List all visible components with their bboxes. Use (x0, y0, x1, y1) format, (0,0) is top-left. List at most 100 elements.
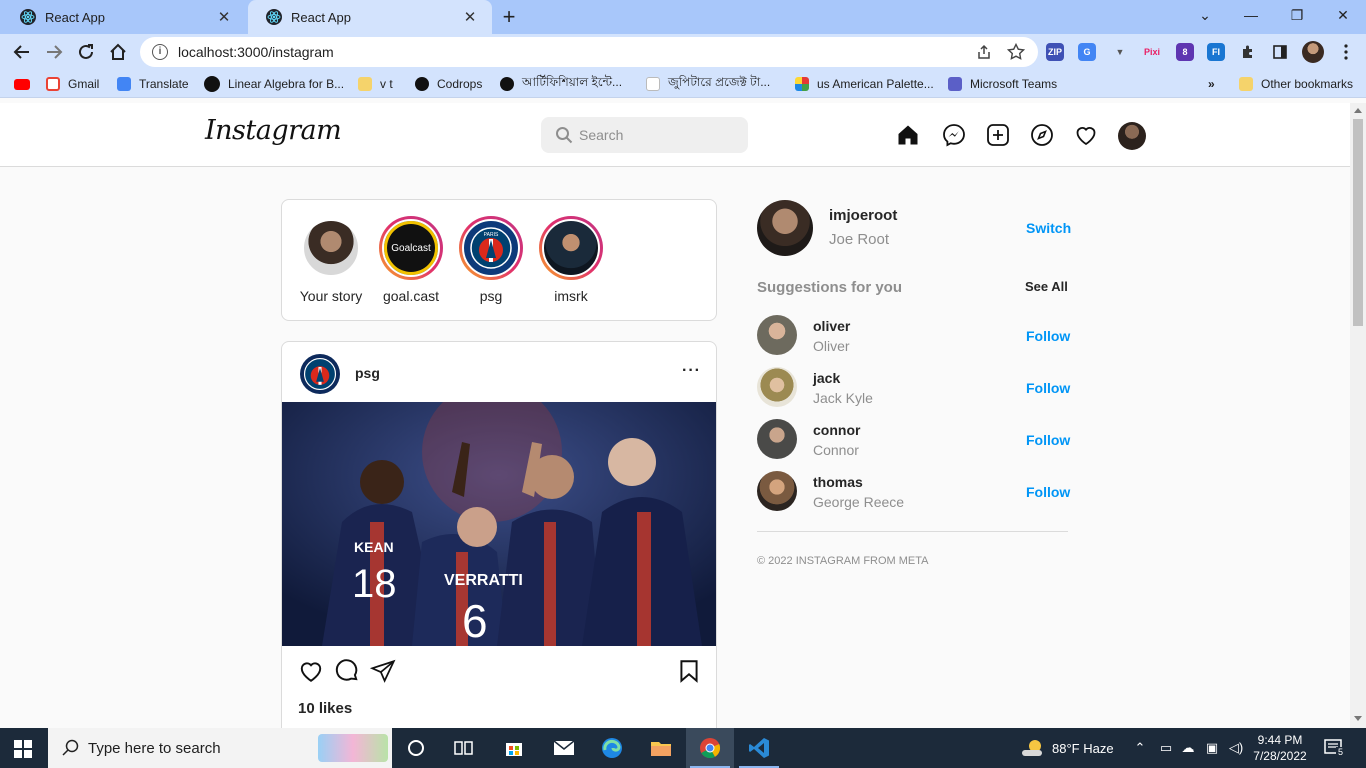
save-bookmark-icon[interactable] (676, 658, 702, 684)
bookmark-bangla-ai[interactable]: আর্টিফিশিয়াল ইন্টে... (500, 75, 622, 92)
scroll-thumb[interactable] (1353, 119, 1363, 326)
gmail-icon (46, 77, 60, 91)
vscode-icon[interactable] (735, 728, 783, 768)
back-button[interactable] (10, 40, 34, 64)
story-goalcast[interactable]: Goalcast goal.cast (376, 216, 446, 304)
bookmark-translate[interactable]: Translate (117, 76, 189, 92)
extension-badge-icon[interactable]: 8 (1176, 43, 1194, 61)
activity-heart-icon[interactable] (1074, 123, 1098, 147)
my-username[interactable]: imjoeroot (829, 207, 897, 224)
bookmark-star-icon[interactable] (1006, 43, 1026, 61)
instagram-logo[interactable]: Instagram (205, 115, 342, 146)
extensions-puzzle-icon[interactable] (1238, 43, 1258, 61)
new-tab-button[interactable]: + (496, 4, 522, 30)
taskbar-search-box[interactable]: Type here to search (48, 728, 392, 768)
suggestion-username[interactable]: connor (813, 422, 860, 438)
switch-account-button[interactable]: Switch (1026, 220, 1071, 236)
post-avatar[interactable] (300, 354, 340, 394)
more-options-icon[interactable]: ··· (682, 362, 701, 380)
forward-button[interactable] (42, 40, 66, 64)
bookmark-gmail[interactable]: Gmail (46, 76, 99, 92)
tab-search-chevron-icon[interactable]: ⌄ (1182, 0, 1228, 30)
avatar[interactable] (757, 419, 797, 459)
explore-compass-icon[interactable] (1030, 123, 1054, 147)
chrome-taskbar-icon[interactable] (686, 728, 734, 768)
reload-button[interactable] (74, 40, 98, 64)
other-bookmarks-folder[interactable]: Other bookmarks (1239, 76, 1353, 92)
onedrive-cloud-icon[interactable]: ☁ (1180, 740, 1196, 756)
my-profile-avatar[interactable] (757, 200, 813, 256)
close-tab-icon[interactable]: ✕ (214, 8, 234, 26)
home-icon[interactable] (896, 123, 920, 147)
see-all-button[interactable]: See All (1025, 279, 1068, 294)
follow-button[interactable]: Follow (1026, 484, 1070, 500)
more-bookmarks-button[interactable]: » (1208, 76, 1215, 92)
home-button[interactable] (106, 40, 130, 64)
close-tab-icon[interactable]: ✕ (460, 8, 480, 26)
address-bar[interactable]: i localhost:3000/instagram (140, 37, 1038, 67)
follow-button[interactable]: Follow (1026, 432, 1070, 448)
network-icon[interactable]: ▣ (1204, 740, 1220, 756)
follow-button[interactable]: Follow (1026, 328, 1070, 344)
browser-tab-1[interactable]: React App ✕ (2, 0, 246, 34)
vue-extension-icon[interactable]: ▼ (1111, 43, 1129, 61)
avatar[interactable] (757, 367, 797, 407)
task-view-icon[interactable] (440, 728, 488, 768)
profile-avatar[interactable] (1118, 122, 1146, 150)
story-imsrk[interactable]: imsrk (536, 216, 606, 304)
story-psg[interactable]: PARIS psg (456, 216, 526, 304)
comment-icon[interactable] (334, 658, 360, 684)
zip-extension-icon[interactable]: ZIP (1046, 43, 1064, 61)
bookmark-folder-vt[interactable]: v t (358, 76, 393, 92)
new-post-icon[interactable] (986, 123, 1010, 147)
file-explorer-icon[interactable] (637, 728, 685, 768)
share-send-icon[interactable] (370, 658, 396, 684)
close-window-button[interactable]: ✕ (1320, 0, 1366, 30)
likes-count[interactable]: 10 likes (298, 700, 352, 717)
like-heart-icon[interactable] (298, 658, 324, 684)
menu-kebab-icon[interactable] (1336, 43, 1356, 61)
taskbar-clock[interactable]: 9:44 PM 7/28/2022 (1252, 732, 1308, 764)
translate-extension-icon[interactable]: G (1078, 43, 1096, 61)
cortana-icon[interactable] (392, 728, 440, 768)
scroll-down-arrow-icon[interactable] (1354, 716, 1362, 721)
profile-avatar[interactable] (1302, 41, 1324, 63)
bookmark-youtube[interactable] (14, 76, 38, 92)
microsoft-store-icon[interactable] (490, 728, 538, 768)
suggestion-username[interactable]: oliver (813, 318, 850, 334)
meet-now-icon[interactable]: ▭ (1158, 740, 1174, 756)
bookmark-linear-algebra[interactable]: Linear Algebra for B... (204, 76, 344, 92)
bookmark-palette[interactable]: us American Palette... (795, 76, 934, 92)
suggestion-username[interactable]: thomas (813, 474, 863, 490)
bookmark-teams[interactable]: Microsoft Teams (948, 76, 1057, 92)
browser-tab-2[interactable]: React App ✕ (248, 0, 492, 34)
weather-widget[interactable]: 88°F Haze (1020, 738, 1114, 758)
edge-browser-icon[interactable] (588, 728, 636, 768)
post-image[interactable]: KEAN 18 VERRATTI 6 (282, 402, 716, 646)
search-input[interactable] (579, 127, 739, 143)
story-your-story[interactable]: Your story (296, 216, 366, 304)
tray-overflow-chevron-icon[interactable]: ⌃ (1132, 740, 1148, 756)
minimize-button[interactable]: — (1228, 0, 1274, 30)
volume-icon[interactable]: ◁) (1228, 740, 1244, 756)
notification-center-icon[interactable]: 5 (1324, 739, 1346, 757)
mail-icon[interactable] (540, 728, 588, 768)
side-panel-icon[interactable] (1270, 43, 1290, 61)
site-info-icon[interactable]: i (152, 44, 168, 60)
follow-button[interactable]: Follow (1026, 380, 1070, 396)
search-box[interactable] (541, 117, 748, 153)
page-scrollbar[interactable] (1350, 103, 1366, 728)
fi-extension-icon[interactable]: FI (1207, 43, 1225, 61)
avatar[interactable] (757, 315, 797, 355)
suggestion-username[interactable]: jack (813, 370, 840, 386)
messenger-icon[interactable] (942, 123, 966, 147)
share-icon[interactable] (974, 43, 994, 61)
restore-button[interactable]: ❐ (1274, 0, 1320, 30)
bookmark-bangla-jupyter[interactable]: জুপিটারে প্রজেক্ট টা... (646, 75, 770, 92)
scroll-up-arrow-icon[interactable] (1354, 108, 1362, 113)
bookmark-codrops[interactable]: Codrops (415, 76, 482, 92)
post-username[interactable]: psg (355, 365, 380, 381)
windows-start-icon[interactable] (14, 740, 32, 758)
pixijs-extension-icon[interactable]: Pixi (1143, 43, 1161, 61)
avatar[interactable] (757, 471, 797, 511)
